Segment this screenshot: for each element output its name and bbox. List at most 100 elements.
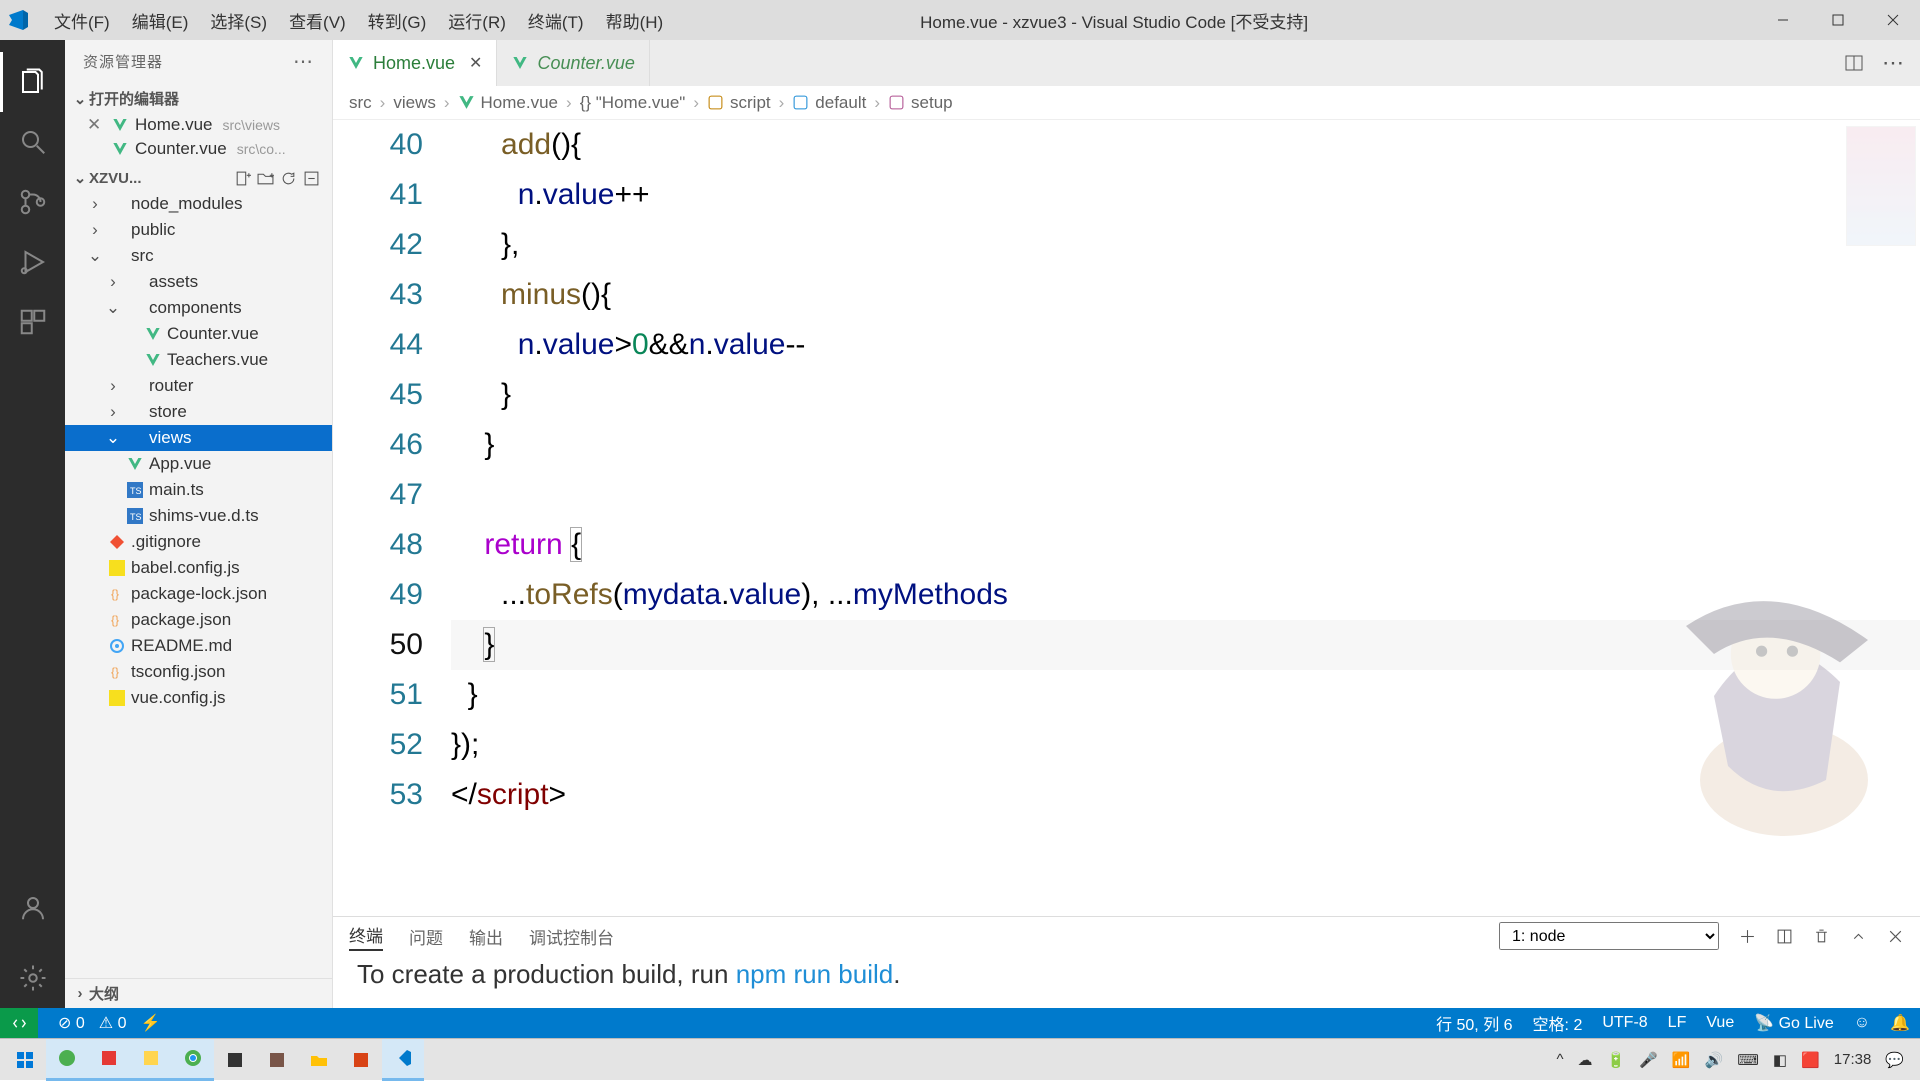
taskbar-powerpoint[interactable] — [340, 1039, 382, 1081]
new-file-icon[interactable] — [234, 170, 251, 187]
tree-item-babel-config-js[interactable]: babel.config.js — [65, 555, 332, 581]
tree-item-router[interactable]: ›router — [65, 373, 332, 399]
breadcrumb-item[interactable]: Home.vue — [458, 93, 558, 113]
start-button[interactable] — [4, 1039, 46, 1081]
breadcrumb-item[interactable]: src — [349, 93, 372, 113]
tray-volume-icon[interactable]: 🔊 — [1705, 1051, 1724, 1069]
breadcrumb-item[interactable]: {} "Home.vue" — [580, 93, 686, 113]
tab-close-icon[interactable]: ✕ — [469, 53, 482, 73]
minimap[interactable] — [1846, 126, 1916, 246]
menu-terminal[interactable]: 终端(T) — [518, 4, 594, 37]
tree-item-README-md[interactable]: README.md — [65, 633, 332, 659]
activity-source-control[interactable] — [0, 172, 65, 232]
close-icon[interactable]: ✕ — [87, 115, 105, 135]
panel-tab-problems[interactable]: 问题 — [409, 924, 443, 949]
status-bell-icon[interactable]: 🔔 — [1890, 1013, 1910, 1033]
taskbar-app[interactable] — [130, 1039, 172, 1081]
status-spaces[interactable]: 空格: 2 — [1533, 1011, 1583, 1035]
sidebar-more-icon[interactable]: ⋯ — [293, 49, 314, 74]
open-editor-item[interactable]: ✕ Home.vue src\views — [65, 113, 332, 137]
panel-tab-terminal[interactable]: 终端 — [349, 922, 383, 951]
taskbar-app[interactable] — [46, 1039, 88, 1081]
activity-explorer[interactable] — [0, 52, 65, 112]
tree-item-package-lock-json[interactable]: {}package-lock.json — [65, 581, 332, 607]
tray-clock[interactable]: 17:38 — [1834, 1051, 1872, 1068]
breadcrumb-item[interactable]: script — [707, 93, 771, 113]
status-golive[interactable]: 📡 Go Live — [1754, 1013, 1834, 1033]
menu-view[interactable]: 查看(V) — [279, 4, 356, 37]
taskbar-app[interactable] — [214, 1039, 256, 1081]
tree-item-main-ts[interactable]: TSmain.ts — [65, 477, 332, 503]
menu-select[interactable]: 选择(S) — [200, 4, 277, 37]
menu-goto[interactable]: 转到(G) — [358, 4, 437, 37]
tree-item-assets[interactable]: ›assets — [65, 269, 332, 295]
split-terminal-icon[interactable] — [1776, 928, 1793, 945]
activity-extensions[interactable] — [0, 292, 65, 352]
tray-chevron-icon[interactable]: ^ — [1556, 1051, 1563, 1068]
tree-item-node_modules[interactable]: ›node_modules — [65, 191, 332, 217]
maximize-panel-icon[interactable] — [1850, 928, 1867, 945]
refresh-icon[interactable] — [280, 170, 297, 187]
new-folder-icon[interactable] — [257, 170, 274, 187]
tree-item-package-json[interactable]: {}package.json — [65, 607, 332, 633]
taskbar-explorer[interactable] — [298, 1039, 340, 1081]
open-editor-item[interactable]: Counter.vue src\co... — [65, 137, 332, 161]
outline-header[interactable]: ›大纲 — [65, 978, 332, 1008]
window-minimize-button[interactable] — [1755, 0, 1810, 40]
close-icon[interactable] — [87, 139, 105, 159]
tree-item-tsconfig-json[interactable]: {}tsconfig.json — [65, 659, 332, 685]
tray-battery-icon[interactable]: 🔋 — [1606, 1051, 1625, 1069]
status-cursor[interactable]: 行 50, 列 6 — [1436, 1011, 1512, 1035]
tray-notifications-icon[interactable]: 💬 — [1885, 1051, 1904, 1069]
taskbar-app[interactable] — [256, 1039, 298, 1081]
breadcrumb-item[interactable]: views — [393, 93, 436, 113]
code-editor[interactable]: 4041424344454647484950515253 add(){ n.va… — [333, 120, 1920, 916]
collapse-icon[interactable] — [303, 170, 320, 187]
tree-item-App-vue[interactable]: App.vue — [65, 451, 332, 477]
terminal-dropdown[interactable]: 1: node — [1499, 922, 1719, 950]
split-editor-icon[interactable] — [1844, 53, 1864, 73]
terminal-output[interactable]: To create a production build, run npm ru… — [333, 955, 1920, 1008]
new-terminal-icon[interactable] — [1739, 928, 1756, 945]
tree-item--gitignore[interactable]: .gitignore — [65, 529, 332, 555]
activity-search[interactable] — [0, 112, 65, 172]
status-warnings[interactable]: ⚠ 0 — [99, 1013, 127, 1033]
tree-item-Counter-vue[interactable]: Counter.vue — [65, 321, 332, 347]
tab-counter-vue[interactable]: Counter.vue — [497, 40, 649, 86]
panel-tab-debug[interactable]: 调试控制台 — [529, 924, 614, 949]
tray-app-icon[interactable]: ◧ — [1773, 1051, 1787, 1069]
tab-home-vue[interactable]: Home.vue ✕ — [333, 40, 497, 86]
taskbar-chrome[interactable] — [172, 1039, 214, 1081]
breadcrumb-item[interactable]: default — [792, 93, 866, 113]
panel-tab-output[interactable]: 输出 — [469, 924, 503, 949]
window-maximize-button[interactable] — [1810, 0, 1865, 40]
tree-item-vue-config-js[interactable]: vue.config.js — [65, 685, 332, 711]
tray-app-icon[interactable]: 🟥 — [1801, 1051, 1820, 1069]
status-eol[interactable]: LF — [1668, 1014, 1687, 1032]
breadcrumbs[interactable]: src› views› Home.vue› {} "Home.vue"› scr… — [333, 86, 1920, 120]
status-feedback-icon[interactable]: ☺ — [1854, 1014, 1870, 1032]
tree-item-src[interactable]: ⌄src — [65, 243, 332, 269]
tree-item-views[interactable]: ⌄views — [65, 425, 332, 451]
tree-item-public[interactable]: ›public — [65, 217, 332, 243]
activity-settings[interactable] — [0, 948, 65, 1008]
status-errors[interactable]: ⊘ 0 — [58, 1013, 85, 1033]
menu-file[interactable]: 文件(F) — [44, 4, 120, 37]
activity-run-debug[interactable] — [0, 232, 65, 292]
menu-edit[interactable]: 编辑(E) — [122, 4, 199, 37]
taskbar-vscode[interactable] — [382, 1039, 424, 1081]
tree-item-shims-vue-d-ts[interactable]: TSshims-vue.d.ts — [65, 503, 332, 529]
tray-wifi-icon[interactable]: 📶 — [1672, 1051, 1691, 1069]
tree-item-components[interactable]: ⌄components — [65, 295, 332, 321]
tray-onedrive-icon[interactable]: ☁ — [1577, 1051, 1592, 1069]
tree-item-Teachers-vue[interactable]: Teachers.vue — [65, 347, 332, 373]
close-panel-icon[interactable] — [1887, 928, 1904, 945]
tray-mic-icon[interactable]: 🎤 — [1639, 1051, 1658, 1069]
remote-indicator[interactable] — [0, 1008, 38, 1038]
kill-terminal-icon[interactable] — [1813, 928, 1830, 945]
breadcrumb-item[interactable]: setup — [888, 93, 953, 113]
tree-item-store[interactable]: ›store — [65, 399, 332, 425]
status-lightning-icon[interactable]: ⚡ — [140, 1013, 160, 1033]
menu-run[interactable]: 运行(R) — [438, 4, 516, 37]
window-close-button[interactable] — [1865, 0, 1920, 40]
